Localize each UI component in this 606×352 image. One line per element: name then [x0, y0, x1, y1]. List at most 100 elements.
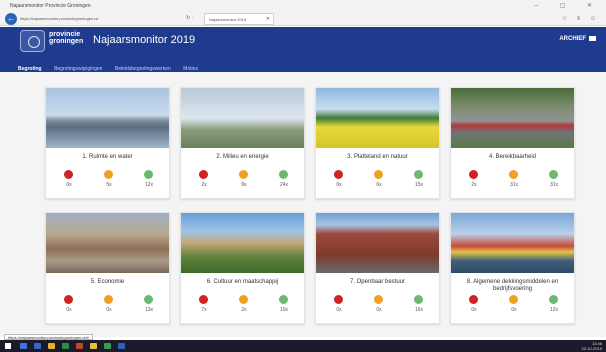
orange-status-dot	[509, 295, 518, 304]
theme-card[interactable]: 1. Ruimte en water 0x 5x 12x	[45, 87, 170, 199]
folder-icon	[589, 36, 596, 41]
green-status-dot	[279, 170, 288, 179]
search-icon[interactable]	[20, 343, 27, 349]
status-counts: 0x 6x 15x	[316, 168, 439, 196]
red-status-dot	[199, 295, 208, 304]
orange-count: 6x	[376, 182, 382, 188]
card-title: 8. Algemene dekkingsmiddelen en bedrijfs…	[466, 279, 559, 292]
orange-status-dot	[239, 170, 248, 179]
card-photo	[451, 88, 574, 148]
chrome-icon[interactable]	[90, 343, 97, 349]
orange-status-dot	[239, 295, 248, 304]
card-photo	[451, 213, 574, 273]
status-counts: 2x 31x 31x	[451, 168, 574, 196]
window-controls[interactable]: – ▢ ✕	[535, 2, 602, 9]
window-title: Najaarsmonitor Provincie Groningen	[10, 3, 91, 9]
card-photo	[316, 213, 439, 273]
file-explorer-icon[interactable]	[48, 343, 55, 349]
green-count: 10x	[279, 307, 289, 313]
status-counts: 0x 0x 16x	[316, 293, 439, 321]
red-count: 0x	[66, 307, 72, 313]
red-count: 0x	[336, 307, 342, 313]
green-status-dot	[549, 170, 558, 179]
red-count: 2x	[201, 182, 207, 188]
theme-card[interactable]: 3. Platteland en natuur 0x 6x 15x	[315, 87, 440, 199]
orange-status-dot	[509, 170, 518, 179]
green-status-dot	[144, 295, 153, 304]
orange-count: 0x	[511, 307, 517, 313]
tab-label: Najaarsmonitor 2019	[209, 17, 247, 22]
red-count: 7x	[201, 307, 207, 313]
red-status-dot	[64, 295, 73, 304]
orange-count: 0x	[106, 307, 112, 313]
green-status-dot	[414, 170, 423, 179]
status-counts: 2x 9x 24x	[181, 168, 304, 196]
status-counts: 0x 0x 12x	[451, 293, 574, 321]
orange-count: 5x	[106, 182, 112, 188]
orange-count: 0x	[376, 307, 382, 313]
card-title: 7. Openbaar bestuur	[349, 279, 406, 285]
green-status-dot	[549, 295, 558, 304]
taskbar-clock[interactable]: 13:46 22-10-2019	[582, 341, 602, 351]
card-photo	[46, 88, 169, 148]
archief-button[interactable]: ARCHIEF	[559, 36, 596, 42]
green-count: 12x	[144, 182, 154, 188]
card-photo	[181, 88, 304, 148]
edge-browser-icon[interactable]	[34, 343, 41, 349]
province-logo[interactable]: provincie groningen	[49, 31, 83, 45]
app-title: Najaarsmonitor 2019	[93, 34, 196, 46]
theme-card[interactable]: 6. Cultuur en maatschappij 7x 2x 10x	[180, 212, 305, 324]
red-count: 0x	[66, 182, 72, 188]
orange-count: 9x	[241, 182, 247, 188]
clock-date: 22-10-2019	[581, 346, 602, 351]
main-nav: Begroting Begrotingswijzigingen Beleidsb…	[18, 57, 206, 72]
theme-card[interactable]: 5. Economie 0x 0x 13x	[45, 212, 170, 324]
refresh-icon[interactable]: ↻ ·	[186, 15, 193, 21]
red-count: 2x	[471, 182, 477, 188]
tab-close-icon[interactable]: ✕	[266, 14, 270, 25]
red-status-dot	[469, 295, 478, 304]
red-status-dot	[199, 170, 208, 179]
card-title: 4. Bereikbaarheid	[488, 154, 537, 160]
red-status-dot	[334, 295, 343, 304]
card-photo	[316, 88, 439, 148]
red-status-dot	[469, 170, 478, 179]
green-count: 31x	[549, 182, 559, 188]
green-count: 12x	[549, 307, 559, 313]
theme-card[interactable]: 8. Algemene dekkingsmiddelen en bedrijfs…	[450, 212, 575, 324]
red-count: 0x	[471, 307, 477, 313]
system-tray-icons[interactable]	[501, 343, 576, 349]
url-input[interactable]: https://najaarsmonitor.provinciegroninge…	[20, 15, 180, 23]
card-photo	[46, 213, 169, 273]
green-count: 16x	[414, 307, 424, 313]
browser-toolbar-icons[interactable]: ☆ ≡ ☺	[562, 15, 600, 22]
browser-tab[interactable]: Najaarsmonitor 2019 ✕	[204, 13, 274, 25]
app-icon[interactable]	[104, 343, 111, 349]
orange-status-dot	[104, 295, 113, 304]
outlook-icon[interactable]	[118, 343, 125, 349]
province-seal-icon	[20, 30, 45, 52]
card-title: 1. Ruimte en water	[82, 154, 133, 160]
orange-count: 2x	[241, 307, 247, 313]
status-counts: 7x 2x 10x	[181, 293, 304, 321]
theme-card[interactable]: 4. Bereikbaarheid 2x 31x 31x	[450, 87, 575, 199]
card-title: 5. Economie	[90, 279, 125, 285]
windows-start-icon[interactable]	[5, 343, 11, 349]
logo-line-2: groningen	[49, 38, 84, 45]
status-counts: 0x 5x 12x	[46, 168, 169, 196]
green-count: 24x	[279, 182, 289, 188]
red-count: 0x	[336, 182, 342, 188]
status-counts: 0x 0x 13x	[46, 293, 169, 321]
theme-card[interactable]: 7. Openbaar bestuur 0x 0x 16x	[315, 212, 440, 324]
red-status-dot	[334, 170, 343, 179]
excel-icon[interactable]	[62, 343, 69, 349]
window-titlebar: Najaarsmonitor Provincie Groningen – ▢ ✕	[0, 0, 606, 12]
archief-label: ARCHIEF	[559, 36, 586, 43]
taskbar: 13:46 22-10-2019	[0, 340, 606, 352]
card-title: 2. Milieu en energie	[216, 154, 269, 160]
powerpoint-icon[interactable]	[76, 343, 83, 349]
green-count: 15x	[414, 182, 424, 188]
back-arrow-icon[interactable]: ←	[5, 13, 17, 25]
orange-status-dot	[374, 295, 383, 304]
theme-card[interactable]: 2. Milieu en energie 2x 9x 24x	[180, 87, 305, 199]
